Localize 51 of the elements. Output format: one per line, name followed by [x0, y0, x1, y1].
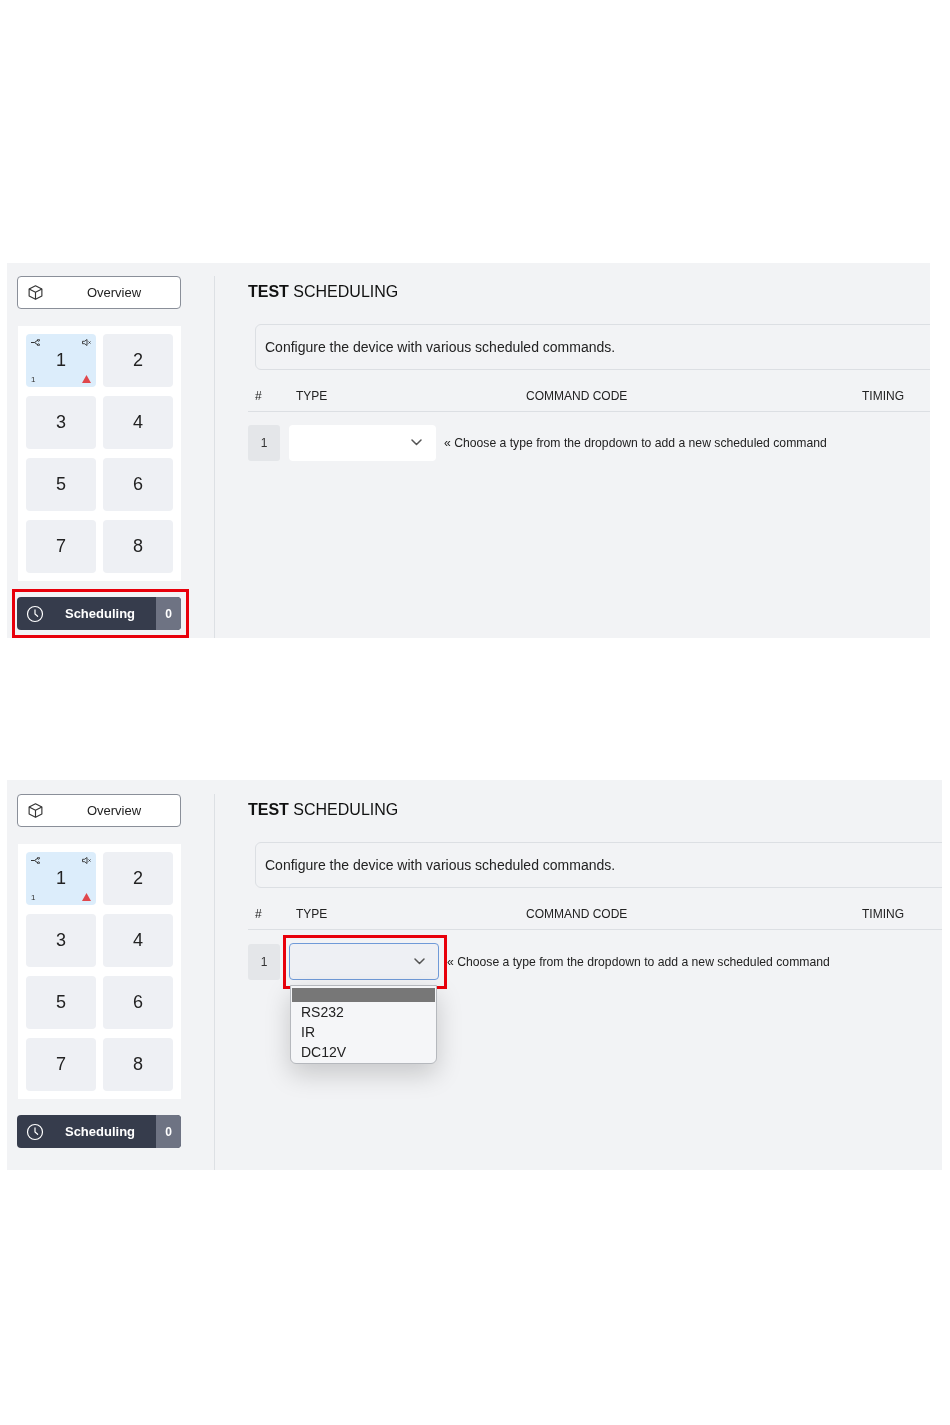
description-box: Configure the device with various scheduled commands. [255, 324, 930, 370]
chevron-down-icon [414, 957, 425, 965]
blank-option[interactable] [292, 988, 435, 1002]
tile-button[interactable]: 7 [26, 520, 96, 573]
type-select[interactable] [289, 943, 439, 980]
tile-button[interactable]: 1 1 [26, 334, 96, 387]
column-header: # [255, 388, 262, 403]
tile-button[interactable]: 3 [26, 914, 96, 967]
scheduling-button[interactable]: Scheduling 0 [17, 597, 181, 630]
column-header: # [255, 906, 262, 921]
tile-button[interactable]: 7 [26, 1038, 96, 1091]
column-header: TYPE [296, 388, 328, 403]
tile-button[interactable]: 2 [103, 852, 173, 905]
count-badge: 0 [156, 597, 181, 630]
overview-button[interactable]: Overview [17, 794, 181, 827]
column-header: TIMING [862, 906, 904, 921]
column-header: TYPE [296, 906, 328, 921]
row-number: 1 [248, 425, 280, 461]
dropdown-option[interactable]: DC12V [292, 1042, 435, 1062]
clock-icon [26, 1122, 44, 1141]
column-header: TIMING [862, 388, 904, 403]
tile-button[interactable]: 6 [103, 976, 173, 1029]
overview-button[interactable]: Overview [17, 276, 181, 309]
cube-icon [27, 284, 44, 301]
dropdown-option[interactable]: RS232 [292, 1002, 435, 1022]
column-header: COMMAND CODE [526, 388, 628, 403]
hint-text: « Choose a type from the dropdown to add a new scheduled command [447, 954, 830, 969]
count-badge: 0 [156, 1115, 181, 1148]
dropdown-option[interactable]: IR [292, 1022, 435, 1042]
clock-icon [26, 604, 44, 623]
tile-button[interactable]: 1 1 [26, 852, 96, 905]
tile-sub-label: 1 [31, 375, 36, 384]
tile-sub-label: 1 [31, 893, 36, 902]
tile-button[interactable]: 5 [26, 458, 96, 511]
tile-button[interactable]: 4 [103, 914, 173, 967]
chevron-down-icon [411, 439, 422, 446]
column-header: COMMAND CODE [526, 906, 628, 921]
tile-button[interactable]: 2 [103, 334, 173, 387]
tile-button[interactable]: 3 [26, 396, 96, 449]
page-title: TEST SCHEDULING [248, 282, 400, 302]
cube-icon [27, 802, 44, 819]
scheduling-button[interactable]: Scheduling 0 [17, 1115, 181, 1148]
tile-button[interactable]: 6 [103, 458, 173, 511]
description-box: Configure the device with various scheduled commands. [255, 842, 942, 888]
row-number: 1 [248, 943, 280, 980]
tile-button[interactable]: 8 [103, 1038, 173, 1091]
tile-button[interactable]: 8 [103, 520, 173, 573]
hint-text: « Choose a type from the dropdown to add a new scheduled command [444, 436, 827, 450]
tile-button[interactable]: 4 [103, 396, 173, 449]
tile-button[interactable]: 5 [26, 976, 96, 1029]
page-title: TEST SCHEDULING [248, 800, 400, 820]
